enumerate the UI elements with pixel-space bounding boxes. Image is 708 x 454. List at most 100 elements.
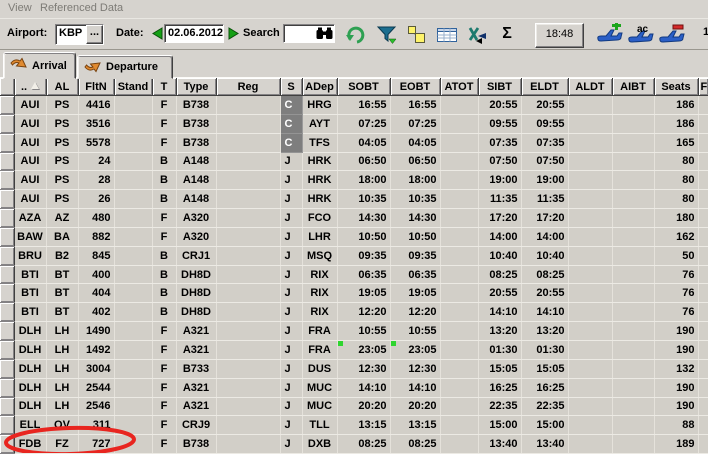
aibt-cell[interactable] (612, 435, 654, 454)
table-row[interactable]: FDBFZ727FB738JDXB08:2508:2513:4013:40189 (0, 435, 708, 454)
s-cell[interactable]: J (280, 416, 302, 435)
sobt-cell[interactable]: 14:30 (337, 209, 390, 228)
airline-icao-cell[interactable]: DLH (14, 397, 46, 416)
sibt-cell[interactable]: 07:35 (478, 133, 521, 152)
tab-departure[interactable]: Departure (77, 55, 173, 79)
airline-icao-cell[interactable]: BTI (14, 284, 46, 303)
atot-cell[interactable] (440, 209, 478, 228)
col-header-stand[interactable]: Stand (114, 78, 152, 96)
eobt-cell[interactable]: 16:55 (390, 96, 440, 115)
aldt-cell[interactable] (568, 322, 612, 341)
s-cell[interactable]: J (280, 190, 302, 209)
eobt-cell[interactable]: 06:50 (390, 152, 440, 171)
reg-cell[interactable] (216, 265, 280, 284)
t-cell[interactable]: B (152, 152, 176, 171)
clipped-cell[interactable] (698, 435, 708, 454)
eobt-cell[interactable]: 10:50 (390, 227, 440, 246)
t-cell[interactable]: B (152, 303, 176, 322)
seats-cell[interactable]: 190 (654, 378, 698, 397)
clipped-cell[interactable] (698, 114, 708, 133)
eldt-cell[interactable]: 15:00 (521, 416, 568, 435)
adep-cell[interactable]: HRG (302, 96, 337, 115)
clipped-cell[interactable] (698, 152, 708, 171)
atot-cell[interactable] (440, 303, 478, 322)
s-cell[interactable]: C (280, 114, 302, 133)
table-row[interactable]: DLHLH1492FA321JFRA23:0523:0501:3001:3019… (0, 340, 708, 359)
al-cell[interactable]: LH (46, 359, 78, 378)
table-row[interactable]: DLHLH2546FA321JMUC20:2020:2022:3522:3519… (0, 397, 708, 416)
stand-cell[interactable] (114, 246, 152, 265)
t-cell[interactable]: B (152, 265, 176, 284)
s-cell[interactable]: J (280, 340, 302, 359)
reg-cell[interactable] (216, 152, 280, 171)
sibt-cell[interactable]: 20:55 (478, 96, 521, 115)
table-row[interactable]: DLHLH2544FA321JMUC14:1014:1016:2516:2519… (0, 378, 708, 397)
clipped-cell[interactable] (698, 397, 708, 416)
seats-cell[interactable]: 162 (654, 227, 698, 246)
stand-cell[interactable] (114, 322, 152, 341)
reg-cell[interactable] (216, 114, 280, 133)
t-cell[interactable]: F (152, 322, 176, 341)
reg-cell[interactable] (216, 435, 280, 454)
type-cell[interactable]: CRJ9 (176, 416, 216, 435)
stand-cell[interactable] (114, 171, 152, 190)
sobt-cell[interactable]: 10:35 (337, 190, 390, 209)
seats-cell[interactable]: 165 (654, 133, 698, 152)
airline-icao-cell[interactable]: BAW (14, 227, 46, 246)
adep-cell[interactable]: TLL (302, 416, 337, 435)
sibt-cell[interactable]: 08:25 (478, 265, 521, 284)
table-row[interactable]: BTIBT400BDH8DJRIX06:3506:3508:2508:2576 (0, 265, 708, 284)
al-cell[interactable]: LH (46, 340, 78, 359)
fltn-cell[interactable]: 2546 (78, 397, 114, 416)
clipped-cell[interactable] (698, 284, 708, 303)
stand-cell[interactable] (114, 209, 152, 228)
reg-cell[interactable] (216, 190, 280, 209)
airport-browse-button[interactable]: ... (86, 25, 103, 44)
table-row[interactable]: BAWBA882FA320JLHR10:5010:5014:0014:00162 (0, 227, 708, 246)
al-cell[interactable]: LH (46, 397, 78, 416)
aibt-cell[interactable] (612, 190, 654, 209)
eldt-cell[interactable]: 16:25 (521, 378, 568, 397)
sibt-cell[interactable]: 15:00 (478, 416, 521, 435)
col-header-type[interactable]: Type (176, 78, 216, 96)
table-row[interactable]: DLHLH3004FB733JDUS12:3012:3015:0515:0513… (0, 359, 708, 378)
adep-cell[interactable]: TFS (302, 133, 337, 152)
clipped-cell[interactable] (698, 133, 708, 152)
atot-cell[interactable] (440, 397, 478, 416)
type-cell[interactable]: B738 (176, 114, 216, 133)
reg-cell[interactable] (216, 397, 280, 416)
eldt-cell[interactable]: 08:25 (521, 265, 568, 284)
seats-cell[interactable]: 88 (654, 416, 698, 435)
al-cell[interactable]: BT (46, 265, 78, 284)
al-cell[interactable]: FZ (46, 435, 78, 454)
sobt-cell[interactable]: 04:05 (337, 133, 390, 152)
table-row[interactable]: BTIBT404BDH8DJRIX19:0519:0520:5520:5576 (0, 284, 708, 303)
aircraft-assign-icon[interactable]: ac (627, 23, 655, 46)
fltn-cell[interactable]: 3516 (78, 114, 114, 133)
table-row[interactable]: AUIPS5578FB738CTFS04:0504:0507:3507:3516… (0, 133, 708, 152)
menu-view[interactable]: View (8, 2, 32, 14)
aldt-cell[interactable] (568, 114, 612, 133)
remove-flight-icon[interactable] (658, 23, 686, 46)
eobt-cell[interactable]: 23:05 (390, 340, 440, 359)
eobt-cell[interactable]: 07:25 (390, 114, 440, 133)
airline-icao-cell[interactable]: AUI (14, 96, 46, 115)
table-row[interactable]: AZAAZ480FA320JFCO14:3014:3017:2017:20180 (0, 209, 708, 228)
sibt-cell[interactable]: 14:00 (478, 227, 521, 246)
sobt-cell[interactable]: 09:35 (337, 246, 390, 265)
row-selector[interactable] (0, 265, 14, 284)
sibt-cell[interactable]: 07:50 (478, 152, 521, 171)
type-cell[interactable]: A148 (176, 171, 216, 190)
sobt-cell[interactable]: 16:55 (337, 96, 390, 115)
fltn-cell[interactable]: 400 (78, 265, 114, 284)
al-cell[interactable]: PS (46, 190, 78, 209)
col-header-fltn[interactable]: FltN (78, 78, 114, 96)
search-binoculars-icon[interactable] (316, 27, 333, 43)
airline-icao-cell[interactable]: AUI (14, 152, 46, 171)
clipped-cell[interactable] (698, 378, 708, 397)
stand-cell[interactable] (114, 152, 152, 171)
col-header-atot[interactable]: ATOT (440, 78, 478, 96)
type-cell[interactable]: A321 (176, 340, 216, 359)
clipped-cell[interactable] (698, 416, 708, 435)
al-cell[interactable]: PS (46, 114, 78, 133)
